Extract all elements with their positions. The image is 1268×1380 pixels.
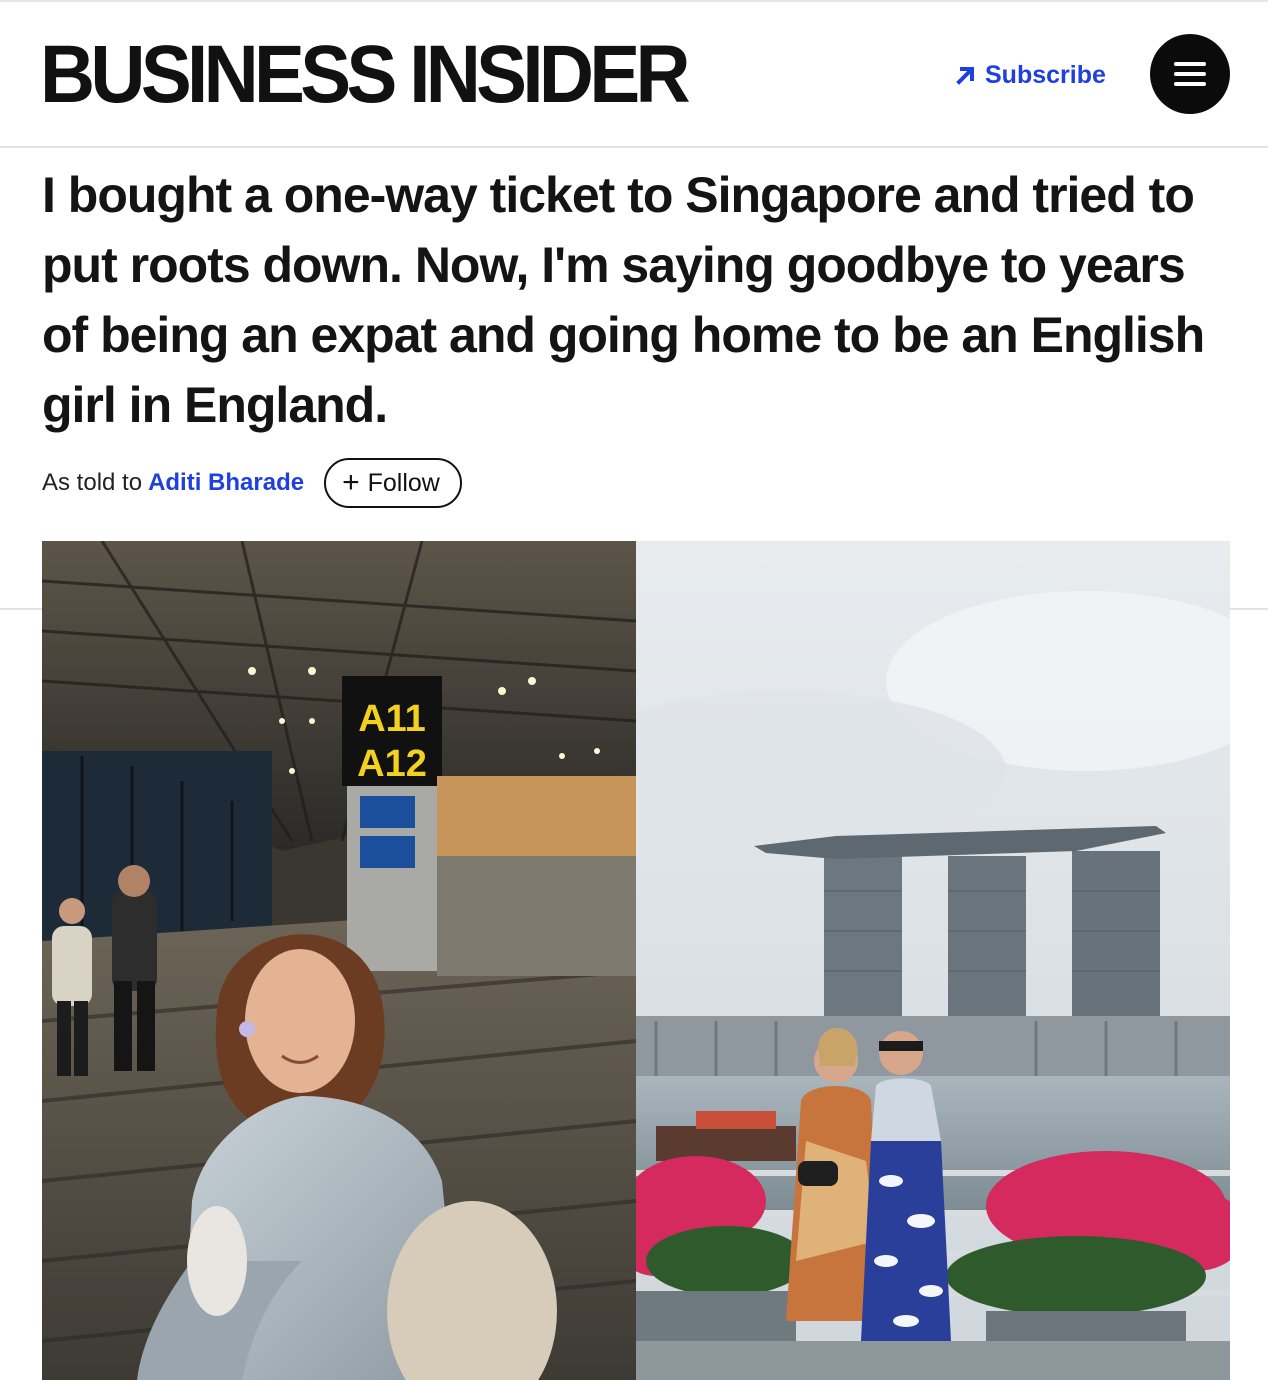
arrow-up-right-icon bbox=[956, 67, 974, 85]
gate-sign-a11: A11 bbox=[358, 698, 426, 740]
divider bbox=[0, 608, 42, 610]
article-headline: I bought a one-way ticket to Singapore a… bbox=[42, 167, 1205, 433]
site-header: BUSINESS INSIDER Subscribe bbox=[0, 0, 1268, 148]
hamburger-menu-icon[interactable] bbox=[1150, 34, 1230, 114]
marina-bay-photo bbox=[636, 541, 1230, 1380]
divider bbox=[1230, 608, 1268, 610]
airport-selfie-photo: A11 A12 bbox=[42, 541, 636, 1380]
follow-button[interactable]: + Follow bbox=[324, 458, 462, 508]
site-logo[interactable]: BUSINESS INSIDER bbox=[40, 30, 691, 120]
plus-icon: + bbox=[342, 466, 360, 499]
gate-sign-a12: A12 bbox=[357, 743, 427, 785]
author-link[interactable]: Aditi Bharade bbox=[148, 469, 304, 497]
subscribe-link[interactable]: Subscribe bbox=[955, 58, 1106, 92]
subscribe-label: Subscribe bbox=[985, 60, 1106, 89]
byline: As told to Aditi Bharade + Follow bbox=[42, 458, 462, 508]
byline-prefix: As told to bbox=[42, 469, 143, 496]
follow-label: Follow bbox=[367, 468, 440, 497]
